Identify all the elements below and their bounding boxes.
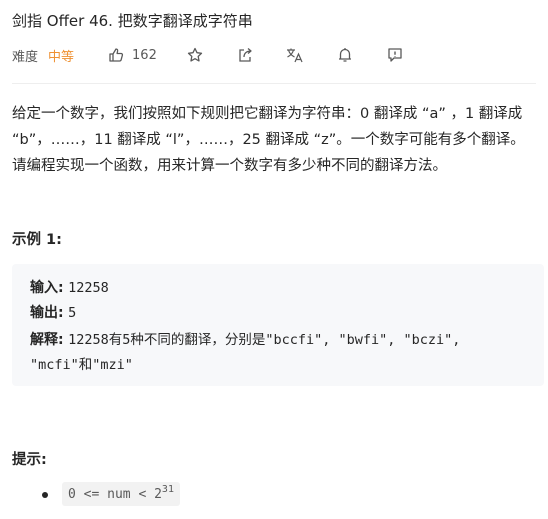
star-icon: [187, 47, 203, 62]
example-input-value: 12258: [68, 280, 109, 296]
example-explain-value-1: 12258有5种不同的翻译，分别是"bccfi", "bwfi", "bczi"…: [68, 332, 461, 348]
example-output-line: 输出: 5: [30, 302, 76, 322]
example-output-label: 输出:: [30, 305, 64, 321]
feedback-icon: [388, 48, 402, 62]
hints-heading: 提示:: [12, 452, 47, 468]
problem-description: 给定一个数字，我们按照如下规则把它翻译为字符串：0 翻译成 “a” ，1 翻译成…: [12, 106, 525, 174]
problem-title: 剑指 Offer 46. 把数字翻译成字符串: [12, 12, 253, 30]
like-count: 162: [132, 47, 157, 63]
bell-icon: [338, 48, 351, 62]
example-output-value: 5: [68, 305, 77, 321]
constraint-exponent: 31: [161, 483, 174, 495]
feedback-button[interactable]: [385, 45, 405, 65]
header-divider: [12, 83, 536, 84]
share-button[interactable]: [235, 45, 255, 65]
thumbs-up-icon: [109, 48, 124, 62]
example-block: 输入: 12258 输出: 5 解释: 12258有5种不同的翻译，分别是"bc…: [12, 264, 544, 386]
favorite-button[interactable]: [185, 45, 205, 65]
constraint-text: 0 <= num < 2: [68, 486, 162, 502]
example-heading: 示例 1:: [12, 232, 62, 248]
example-input-line: 输入: 12258: [30, 277, 109, 297]
constraint-code: 0 <= num < 2 31: [62, 482, 180, 506]
example-explain-label: 解释:: [30, 332, 64, 348]
difficulty-value: 中等: [48, 49, 75, 65]
list-bullet: [42, 492, 48, 498]
difficulty-label: 难度: [12, 49, 39, 65]
translate-button[interactable]: [285, 45, 305, 65]
example-explain-value-2: "mcfi"和"mzi": [30, 357, 133, 373]
example-input-label: 输入:: [30, 280, 64, 296]
like-button[interactable]: 162: [108, 47, 157, 63]
subscribe-button[interactable]: [335, 45, 355, 65]
example-explain-line: 解释: 12258有5种不同的翻译，分别是"bccfi", "bwfi", "b…: [30, 328, 460, 349]
share-icon: [239, 48, 252, 62]
example-explain-line-2: "mcfi"和"mzi": [30, 353, 133, 373]
translate-icon: [287, 48, 303, 63]
problem-meta-bar: 难度 中等 162: [12, 44, 405, 66]
